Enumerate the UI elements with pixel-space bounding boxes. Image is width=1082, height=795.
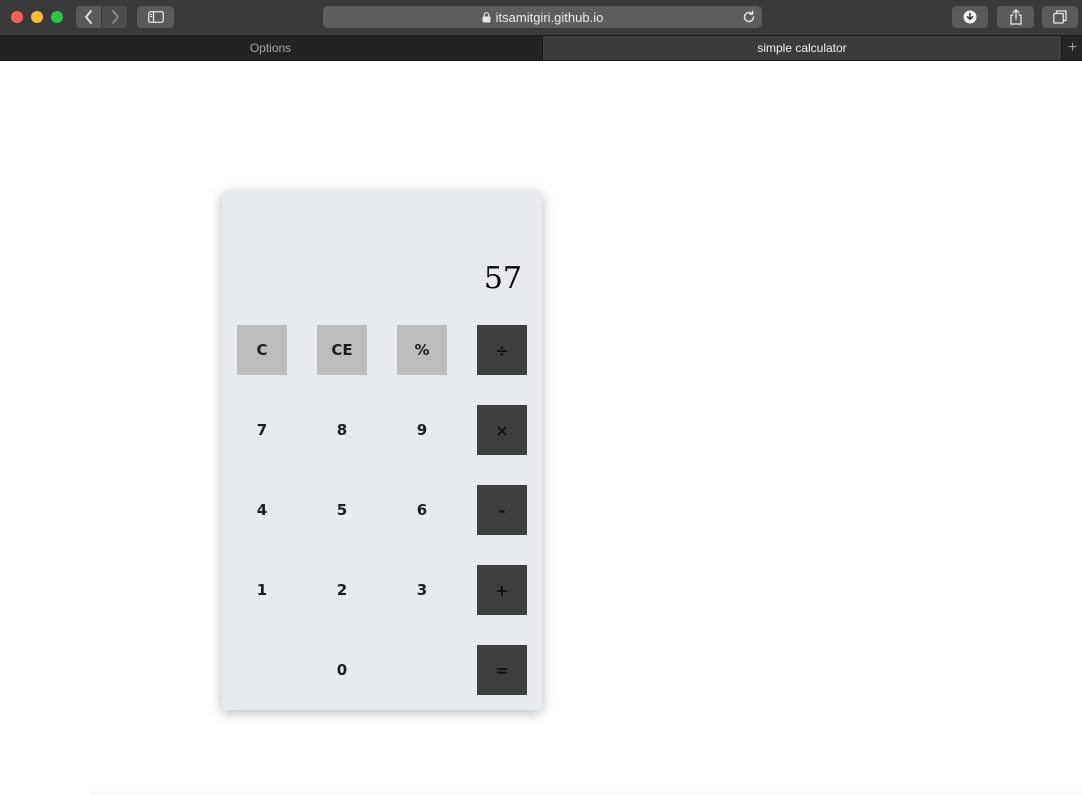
forward-button[interactable]	[102, 6, 127, 28]
digit-1-button[interactable]: 1	[237, 565, 287, 615]
digit-4-button[interactable]: 4	[237, 485, 287, 535]
back-button[interactable]	[76, 6, 101, 28]
minimize-window-button[interactable]	[31, 11, 43, 23]
tab-simple-calculator[interactable]: simple calculator	[542, 36, 1062, 60]
address-bar[interactable]: itsamitgiri.github.io	[323, 6, 762, 28]
calculator: 57 C CE % ÷ 7 8 9 × 4 5 6 - 1 2 3 + 0 =	[222, 191, 542, 710]
downloads-button[interactable]	[952, 6, 988, 28]
share-button[interactable]	[997, 6, 1034, 28]
equals-button[interactable]: =	[477, 645, 527, 695]
download-icon	[963, 10, 977, 24]
add-button[interactable]: +	[477, 565, 527, 615]
digit-3-button[interactable]: 3	[397, 565, 447, 615]
page-bottom-edge	[90, 790, 1082, 795]
browser-toolbar: itsamitgiri.github.io	[0, 0, 1082, 36]
sidebar-toggle-button[interactable]	[137, 6, 174, 28]
zoom-window-button[interactable]	[51, 11, 63, 23]
digit-0-button[interactable]: 0	[317, 645, 367, 695]
clear-entry-button[interactable]: CE	[317, 325, 367, 375]
digit-6-button[interactable]: 6	[397, 485, 447, 535]
percent-button[interactable]: %	[397, 325, 447, 375]
digit-7-button[interactable]: 7	[237, 405, 287, 455]
digit-8-button[interactable]: 8	[317, 405, 367, 455]
sidebar-icon	[147, 11, 164, 23]
digit-5-button[interactable]: 5	[317, 485, 367, 535]
share-icon	[1009, 9, 1022, 25]
reload-icon[interactable]	[742, 10, 756, 24]
new-tab-button[interactable]: +	[1063, 36, 1082, 60]
digit-2-button[interactable]: 2	[317, 565, 367, 615]
digit-9-button[interactable]: 9	[397, 405, 447, 455]
tab-bar: Options simple calculator +	[0, 36, 1082, 61]
tab-overview-icon	[1053, 10, 1067, 24]
clear-button[interactable]: C	[237, 325, 287, 375]
divide-button[interactable]: ÷	[477, 325, 527, 375]
url-text: itsamitgiri.github.io	[495, 9, 604, 25]
multiply-button[interactable]: ×	[477, 405, 527, 455]
close-window-button[interactable]	[11, 11, 23, 23]
tab-options[interactable]: Options	[0, 36, 541, 60]
calculator-display: 57	[483, 261, 522, 296]
tab-overview-button[interactable]	[1042, 6, 1078, 28]
subtract-button[interactable]: -	[477, 485, 527, 535]
chevron-left-icon	[84, 10, 92, 24]
lock-icon	[482, 11, 491, 22]
chevron-right-icon	[111, 10, 119, 24]
